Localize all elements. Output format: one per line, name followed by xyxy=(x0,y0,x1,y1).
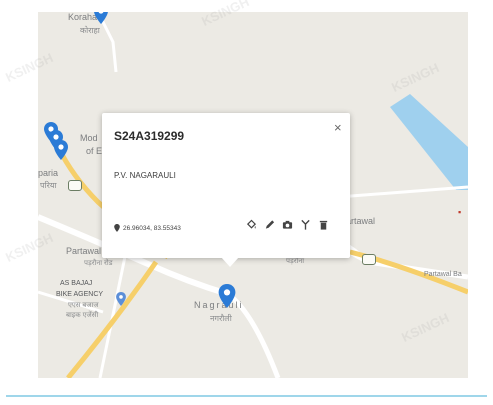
map-edge-marker-icon: ▪ xyxy=(458,207,462,217)
trash-icon[interactable] xyxy=(318,219,329,231)
map-label-partawal-road: Partawal Ba xyxy=(424,271,462,278)
marker-info-popup: S24A319299 × P.V. NAGARAULI 26.96034, 83… xyxy=(102,113,350,267)
camera-icon[interactable] xyxy=(282,219,293,231)
map-label-bike-agency-4: बाइक एजेंसी xyxy=(66,312,99,319)
map-pin-marker[interactable] xyxy=(54,140,68,160)
map-pin-marker[interactable] xyxy=(94,12,108,24)
map-label-koraha-hindi: कोराहा xyxy=(80,26,100,35)
bottom-divider xyxy=(0,384,493,405)
map-label-bike-agency-1: AS BAJAJ xyxy=(60,280,93,287)
map-label-bike-agency-3: एएस बजाज xyxy=(68,302,99,309)
popup-subtitle: P.V. NAGARAULI xyxy=(114,171,176,180)
map-label-partawal-left-hindi: पड़रौना रोड xyxy=(84,260,113,267)
coordinates-text: 26.96034, 83.55343 xyxy=(123,224,181,232)
highway-shield xyxy=(362,254,376,265)
map-label-hindi-right: पड़रौना xyxy=(286,258,305,265)
popup-coordinates: 26.96034, 83.55343 xyxy=(114,224,181,232)
map-label-mod-2: of E xyxy=(86,146,103,156)
poi-bike-agency-icon[interactable] xyxy=(116,292,126,306)
map-label-mod: Mod xyxy=(80,133,98,143)
map-label-nagrauli-hindi: नगरौली xyxy=(210,314,232,323)
highway-shield xyxy=(68,180,82,191)
popup-actions xyxy=(246,219,329,231)
selected-map-pin-marker[interactable] xyxy=(218,284,236,308)
pencil-icon[interactable] xyxy=(264,219,275,231)
close-icon[interactable]: × xyxy=(334,121,342,134)
map-label-paria-hindi: परिया xyxy=(40,181,57,190)
popup-title: S24A319299 xyxy=(114,129,185,143)
paint-bucket-icon[interactable] xyxy=(246,219,257,231)
map-label-koraha: Koraha xyxy=(68,12,98,22)
map-label-partawal-left: Partawal xyxy=(66,246,102,256)
location-pin-icon xyxy=(114,224,120,232)
route-icon[interactable] xyxy=(300,219,311,231)
map-label-paria: paria xyxy=(38,168,59,178)
map-label-bike-agency-2: BIKE AGENCY xyxy=(56,291,104,298)
